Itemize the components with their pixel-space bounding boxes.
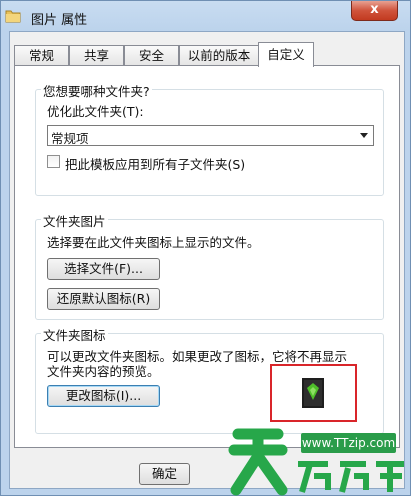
tab-security[interactable]: 安全 bbox=[124, 45, 179, 66]
folder-type-group: 您想要哪种文件夹? 优化此文件夹(T): 常规项 把此模板应用到所有子文件夹(S… bbox=[35, 81, 384, 196]
group-title-folder-picture: 文件夹图片 bbox=[41, 211, 108, 230]
apply-to-subfolders-checkbox[interactable] bbox=[47, 155, 60, 168]
tab-general[interactable]: 常规 bbox=[14, 45, 69, 66]
folder-icon-preview bbox=[270, 364, 357, 422]
window-title: 图片 属性 bbox=[31, 13, 88, 28]
tab-sharing[interactable]: 共享 bbox=[69, 45, 124, 66]
choose-file-button[interactable]: 选择文件(F)... bbox=[47, 258, 160, 280]
change-icon-button[interactable]: 更改图标(I)... bbox=[47, 385, 160, 407]
close-button[interactable]: x bbox=[351, 1, 398, 21]
tab-previous-versions[interactable]: 以前的版本 bbox=[179, 45, 259, 66]
group-title-folder-icon: 文件夹图标 bbox=[41, 325, 108, 344]
optimize-select-value: 常规项 bbox=[51, 131, 89, 146]
tab-strip: 常规 共享 安全 以前的版本 自定义 bbox=[14, 42, 404, 67]
folder-picture-description: 选择要在此文件夹图标上显示的文件。 bbox=[47, 235, 260, 250]
optimize-label: 优化此文件夹(T): bbox=[47, 104, 144, 119]
folder-icon-description-line2: 文件夹内容的预览。 bbox=[47, 364, 160, 379]
restore-default-button[interactable]: 还原默认图标(R) bbox=[47, 288, 160, 310]
customize-panel: 您想要哪种文件夹? 优化此文件夹(T): 常规项 把此模板应用到所有子文件夹(S… bbox=[14, 65, 400, 448]
watermark-url: www.TTzip.com bbox=[301, 433, 396, 453]
folder-picture-group: 文件夹图片 选择要在此文件夹图标上显示的文件。 选择文件(F)... 还原默认图… bbox=[35, 211, 384, 320]
folder-icon bbox=[5, 10, 21, 23]
chevron-down-icon bbox=[360, 133, 368, 138]
custom-folder-icon bbox=[302, 378, 324, 408]
group-title-folder-type: 您想要哪种文件夹? bbox=[41, 81, 152, 100]
close-icon: x bbox=[370, 2, 379, 17]
tab-customize[interactable]: 自定义 bbox=[258, 42, 314, 67]
apply-to-subfolders-label: 把此模板应用到所有子文件夹(S) bbox=[65, 157, 246, 172]
watermark-logo bbox=[228, 428, 404, 496]
title-bar[interactable]: 图片 属性 x bbox=[1, 1, 411, 34]
ok-button[interactable]: 确定 bbox=[139, 463, 190, 485]
optimize-select[interactable]: 常规项 bbox=[47, 125, 374, 146]
